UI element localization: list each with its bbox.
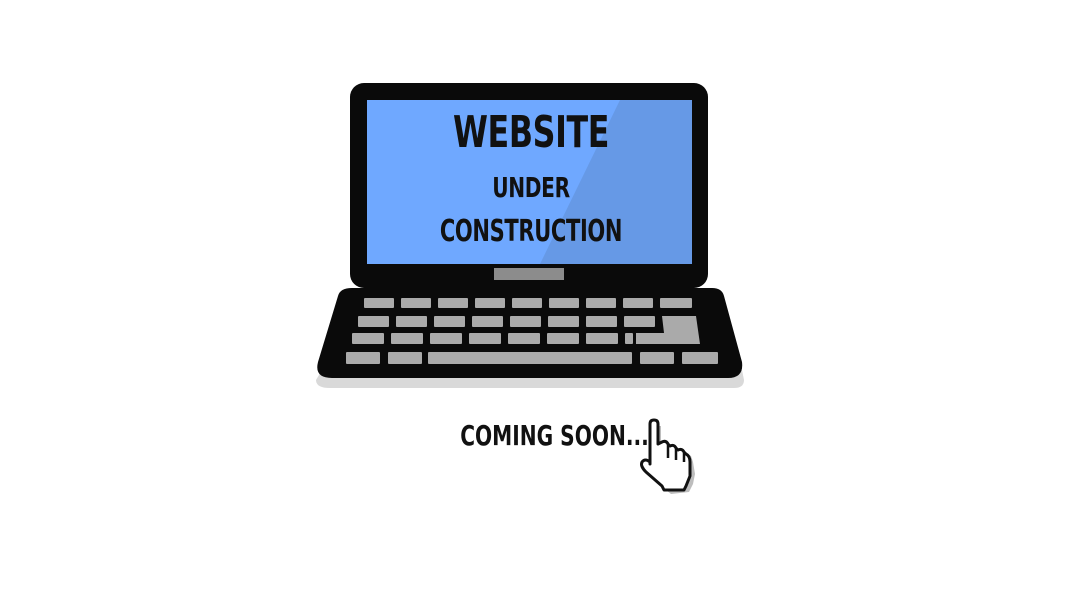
laptop-icon [316,83,744,388]
screen-subtitle-construction: CONSTRUCTION [439,214,623,249]
under-construction-page: WEBSITE UNDER CONSTRUCTION COMING SOON..… [0,0,1067,600]
hinge-bar [494,268,564,280]
screen-subtitle-under: UNDER [492,171,570,204]
coming-soon-text: COMING SOON... [460,419,649,452]
screen-title: WEBSITE [452,107,610,158]
hand-pointer-icon [640,418,695,494]
